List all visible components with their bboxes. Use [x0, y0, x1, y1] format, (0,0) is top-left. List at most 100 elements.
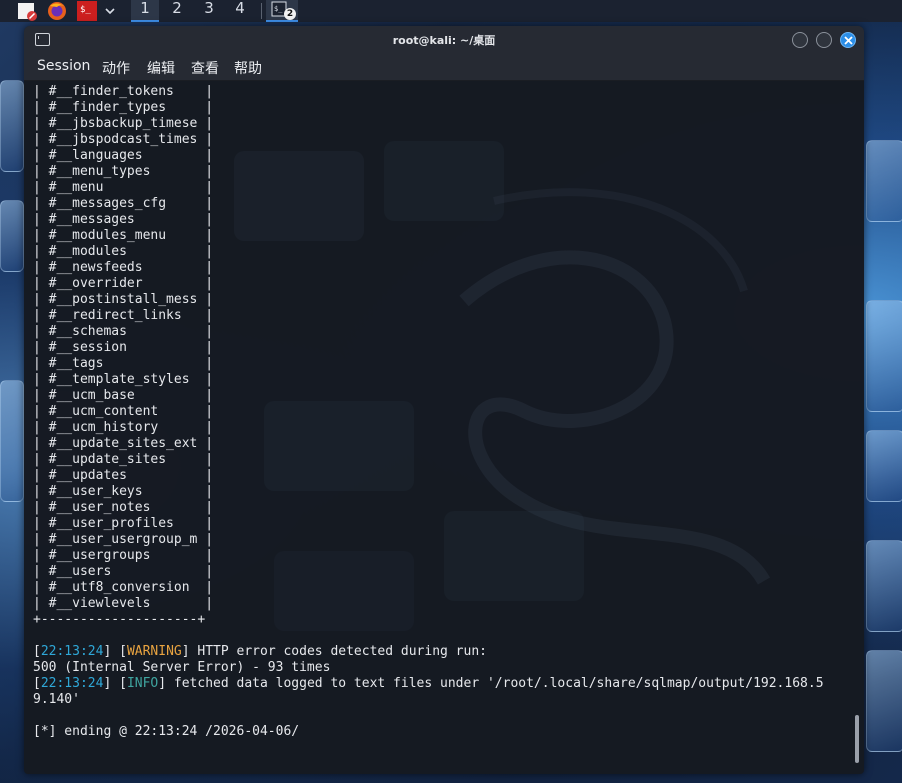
window-count-badge: 2	[284, 8, 296, 20]
table-cell: #__modules_menu	[48, 228, 198, 243]
table-cell: #__schemas	[48, 324, 198, 339]
maximize-button[interactable]	[816, 32, 832, 48]
table-cell: #__messages_cfg	[48, 196, 198, 211]
table-row: | #__menu |	[33, 180, 214, 195]
table-row: | #__menu_types |	[33, 164, 214, 179]
table-row: | #__newsfeeds |	[33, 260, 214, 275]
terminal-launcher-icon[interactable]: $_	[76, 1, 98, 21]
terminal-window: root@kali: ~/桌面 Session 动作 编辑 查看 帮助 | #_…	[24, 26, 864, 774]
log-message: HTTP error codes detected during run:	[189, 644, 487, 659]
table-cell: #__ucm_content	[48, 404, 198, 419]
table-border: +--------------------+	[33, 612, 824, 628]
table-cell: #__users	[48, 564, 198, 579]
workspace-1[interactable]: 1	[131, 0, 159, 22]
table-cell: #__redirect_links	[48, 308, 198, 323]
window-title: root@kali: ~/桌面	[392, 34, 496, 47]
table-row: | #__messages |	[33, 212, 214, 227]
workspace-4[interactable]: 4	[226, 0, 254, 22]
log-warning-detail: 500 (Internal Server Error) - 93 times	[33, 660, 824, 676]
log-warning-line: [22:13:24] [WARNING] HTTP error codes de…	[33, 644, 487, 659]
menu-actions[interactable]: 动作	[102, 58, 130, 78]
firefox-icon[interactable]	[46, 1, 68, 21]
table-cell: #__newsfeeds	[48, 260, 198, 275]
table-row: | #__ucm_content |	[33, 404, 214, 419]
terminal-output[interactable]: | #__finder_tokens | | #__finder_types | |…	[24, 81, 864, 774]
table-row: | #__session |	[33, 340, 214, 355]
table-row: | #__modules_menu |	[33, 228, 214, 243]
table-cell: #__ucm_base	[48, 388, 198, 403]
terminal-text: | #__finder_tokens | | #__finder_types | |…	[33, 84, 824, 740]
menu-session[interactable]: Session	[37, 58, 90, 74]
table-cell: #__utf8_conversion	[48, 580, 198, 595]
table-cell: #__viewlevels	[48, 596, 198, 611]
table-row: | #__finder_tokens |	[33, 84, 214, 99]
log-level-warning: WARNING	[126, 644, 182, 659]
workspace-2[interactable]: 2	[163, 0, 191, 22]
log-timestamp: 22:13:24	[40, 644, 104, 659]
table-row: | #__utf8_conversion |	[33, 580, 214, 595]
table-row: | #__modules |	[33, 244, 214, 259]
table-cell: #__user_usergroup_m	[48, 532, 198, 547]
table-cell: #__jbspodcast_times	[48, 132, 198, 147]
log-timestamp: 22:13:24	[40, 676, 104, 691]
table-row: | #__jbspodcast_times |	[33, 132, 214, 147]
log-message: 9.140'	[33, 692, 80, 707]
table-cell: #__menu	[48, 180, 198, 195]
table-cell: #__user_notes	[48, 500, 198, 515]
table-cell: #__session	[48, 340, 198, 355]
table-cell: #__user_keys	[48, 484, 198, 499]
ending-message: [*] ending @ 22:13:24 /2026-04-06/	[33, 724, 300, 739]
log-level-info: INFO	[126, 676, 159, 691]
table-row: | #__ucm_history |	[33, 420, 214, 435]
table-row: | #__overrider |	[33, 276, 214, 291]
table-row: | #__redirect_links |	[33, 308, 214, 323]
table-row: | #__template_styles |	[33, 372, 214, 387]
minimize-button[interactable]	[792, 32, 808, 48]
table-row: | #__languages |	[33, 148, 214, 163]
menu-help[interactable]: 帮助	[234, 58, 262, 78]
table-cell: #__overrider	[48, 276, 198, 291]
table-row: | #__schemas |	[33, 324, 214, 339]
chevron-down-icon[interactable]	[103, 1, 117, 21]
table-row: | #__updates |	[33, 468, 214, 483]
table-row: | #__user_keys |	[33, 484, 214, 499]
close-button[interactable]	[840, 32, 856, 48]
menu-edit[interactable]: 编辑	[147, 58, 175, 78]
menu-view[interactable]: 查看	[191, 58, 219, 78]
file-manager-icon[interactable]	[16, 1, 38, 21]
table-cell: #__languages	[48, 148, 198, 163]
table-cell: #__usergroups	[48, 548, 198, 563]
table-cell: #__finder_tokens	[48, 84, 198, 99]
log-info-line: [22:13:24] [INFO] fetched data logged to…	[33, 676, 824, 691]
table-cell: #__update_sites	[48, 452, 198, 467]
log-message: fetched data logged to text files under …	[166, 676, 824, 691]
table-row: | #__ucm_base |	[33, 388, 214, 403]
table-row: | #__users |	[33, 564, 214, 579]
table-cell: #__updates	[48, 468, 198, 483]
window-titlebar[interactable]: root@kali: ~/桌面	[24, 26, 864, 54]
table-cell: #__jbsbackup_timese	[48, 116, 198, 131]
table-row: | #__messages_cfg |	[33, 196, 214, 211]
table-border-text: +--------------------+	[33, 612, 206, 627]
log-message: 500 (Internal Server Error) - 93 times	[33, 660, 331, 675]
table-cell: #__messages	[48, 212, 198, 227]
log-info-continuation: 9.140'	[33, 692, 824, 708]
table-row: | #__postinstall_mess |	[33, 292, 214, 307]
table-row: | #__finder_types |	[33, 100, 214, 115]
table-cell: #__user_profiles	[48, 516, 198, 531]
terminal-task-button[interactable]: $_ 2	[266, 0, 298, 22]
table-cell: #__modules	[48, 244, 198, 259]
svg-text:$_: $_	[80, 5, 91, 15]
terminal-scrollbar[interactable]	[855, 715, 859, 763]
workspace-3[interactable]: 3	[195, 0, 223, 22]
taskbar: $_ 1 2 3 4 $_ 2	[0, 0, 902, 22]
table-cell: #__ucm_history	[48, 420, 198, 435]
table-cell: #__postinstall_mess	[48, 292, 198, 307]
table-row: | #__user_profiles |	[33, 516, 214, 531]
table-row: | #__jbsbackup_timese |	[33, 116, 214, 131]
table-row: | #__user_usergroup_m |	[33, 532, 214, 547]
table-row: | #__update_sites |	[33, 452, 214, 467]
ending-line: [*] ending @ 22:13:24 /2026-04-06/	[33, 724, 824, 740]
